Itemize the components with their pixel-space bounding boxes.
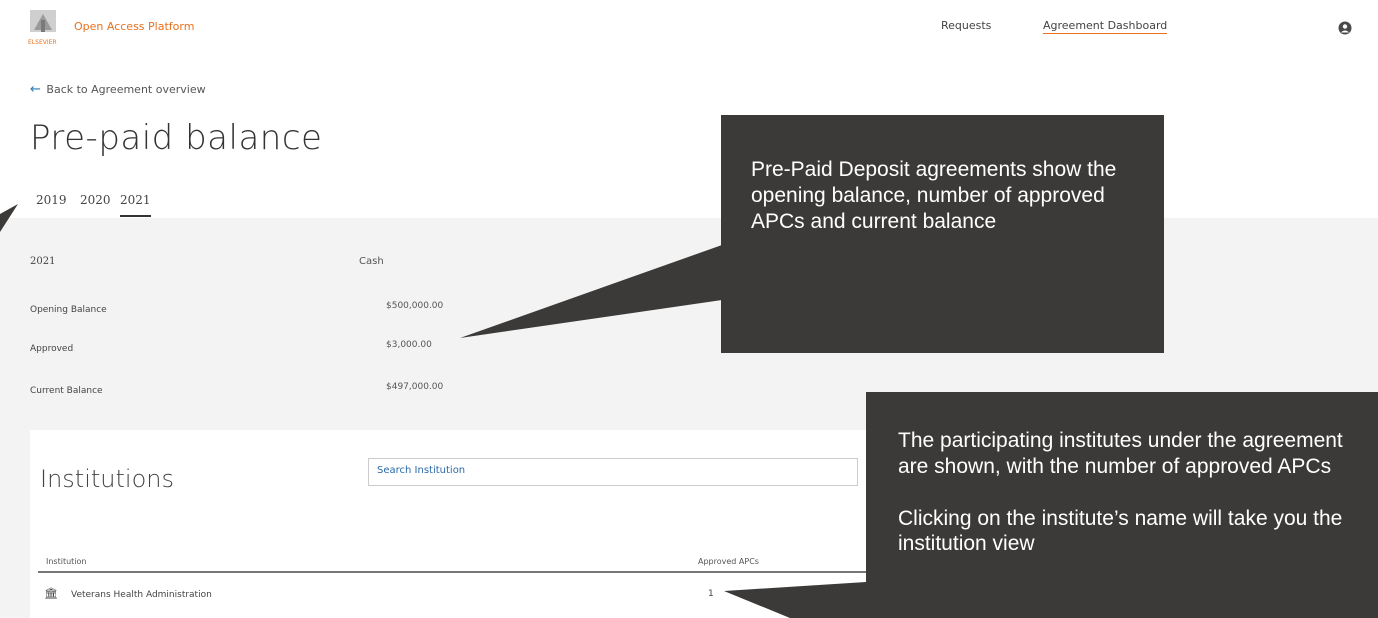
- callout-prepaid-deposit: Pre-Paid Deposit agreements show the ope…: [721, 115, 1164, 353]
- callout-institutions-text-1: The participating institutes under the a…: [898, 429, 1343, 478]
- callout-institutions: The participating institutes under the a…: [866, 392, 1378, 618]
- pointer-tabs: [0, 204, 18, 232]
- callout-institutions-text-2: Clicking on the institute’s name will ta…: [898, 506, 1343, 556]
- callout-prepaid-deposit-text: Pre-Paid Deposit agreements show the ope…: [751, 158, 1117, 233]
- pointer-balance: [460, 245, 722, 338]
- pointer-institution: [724, 582, 866, 618]
